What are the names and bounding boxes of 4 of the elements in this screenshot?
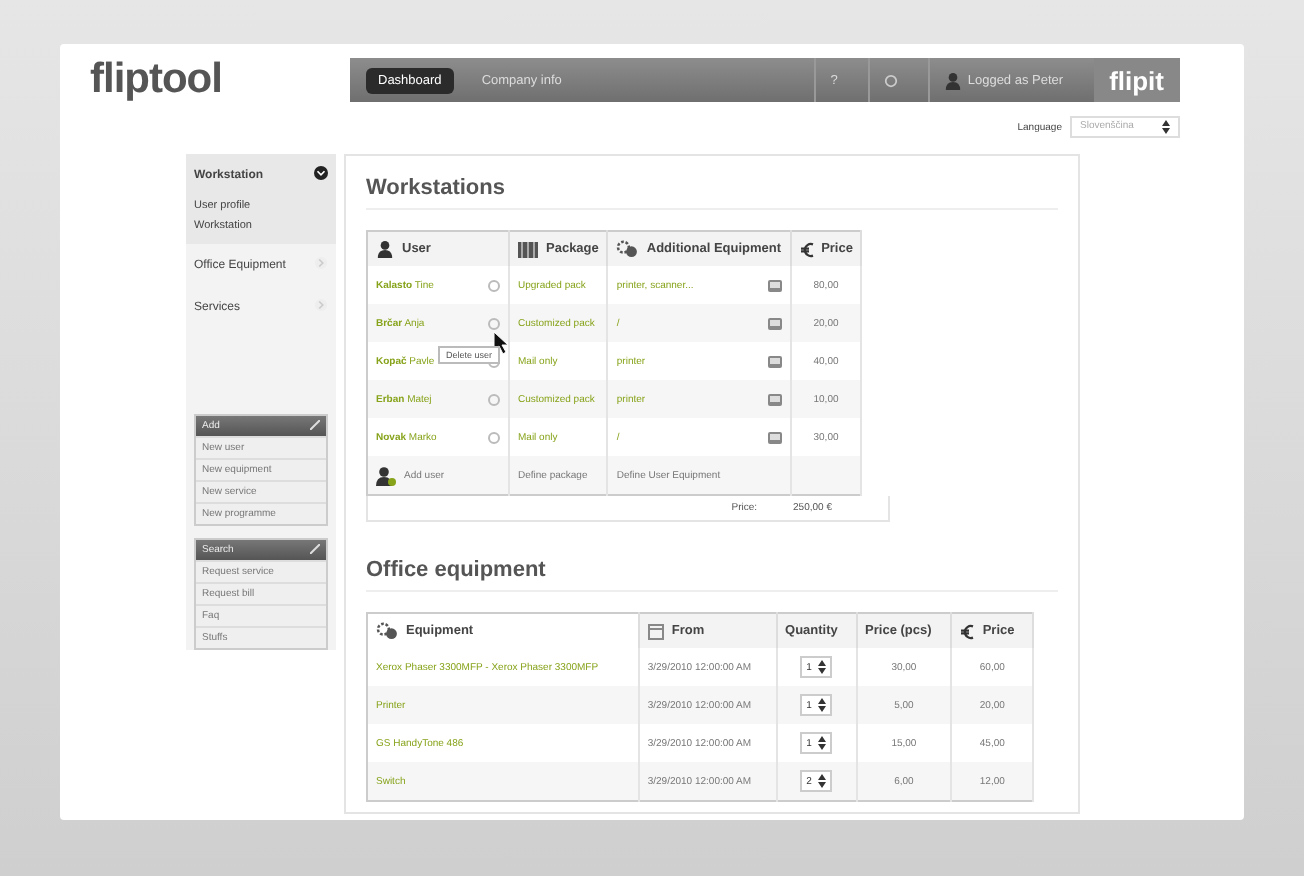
brand-logo: flipit xyxy=(1093,58,1180,102)
section-title: Office equipment xyxy=(366,558,1058,592)
app-logo: fliptool xyxy=(90,56,224,104)
section-title: Workstations xyxy=(366,176,1058,210)
